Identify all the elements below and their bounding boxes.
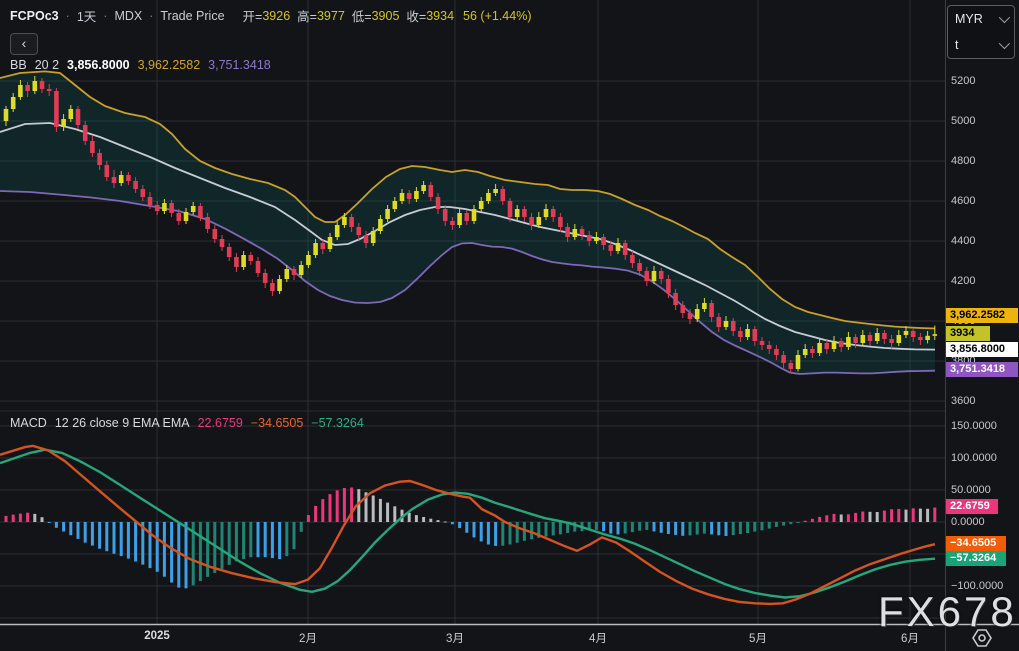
chart-canvas[interactable] [0, 0, 1019, 651]
time-tick-label: 2月 [299, 633, 317, 645]
macd-params: 12 26 close 9 EMA EMA [54, 416, 190, 430]
currency-value: MYR [955, 12, 983, 26]
chevron-down-icon [998, 37, 1011, 50]
unit-value: t [955, 38, 959, 52]
high-label: 高= [297, 10, 317, 24]
interval-label[interactable]: 1天 [77, 6, 96, 25]
close-label: 收= [406, 10, 427, 24]
macd-line-value: −34.6505 [250, 416, 304, 430]
low-label: 低= [351, 10, 372, 24]
trading-chart-window: FCPOc3 · 1天 · MDX · Trade Price 开= 3926 高… [0, 0, 1019, 651]
axis-price-badge: −34.6505 [946, 536, 1006, 551]
bb-indicator-row[interactable]: BB 20 2 3,856.8000 3,962.2582 3,751.3418 [10, 58, 271, 72]
macd-tick-label: 100.0000 [951, 452, 997, 464]
currency-dropdown[interactable]: MYR [948, 6, 1014, 32]
axis-price-badge: −57.3264 [946, 551, 1006, 566]
price-tick-label: 3600 [951, 395, 976, 407]
back-button[interactable]: ‹ [10, 33, 38, 55]
bb-params: 20 2 [34, 58, 60, 72]
macd-hist-layer [4, 487, 937, 589]
axis-price-badge: 3934 [946, 326, 990, 341]
low-value: 3905 [371, 8, 400, 23]
axis-price-badge: 22.6759 [946, 499, 998, 514]
axis-unit-selector: MYR t [947, 5, 1015, 59]
time-tick-label: 4月 [589, 633, 607, 645]
exchange-label: MDX [114, 8, 143, 23]
bb-lower-value: 3,751.3418 [208, 58, 271, 72]
price-tick-label: 4600 [951, 195, 976, 207]
series-type-label: Trade Price [160, 8, 225, 23]
time-tick-label: 3月 [446, 633, 464, 645]
macd-hist-value: 22.6759 [197, 416, 243, 430]
macd-tick-label: 0.0000 [951, 516, 985, 528]
open-value: 3926 [262, 8, 291, 23]
bb-upper-value: 3,962.2582 [137, 58, 201, 72]
macd-signal-value: −57.3264 [311, 416, 364, 430]
bb-layer [0, 70, 936, 375]
bb-mid-value: 3,856.8000 [67, 58, 130, 72]
axis-price-badge: 3,962.2582 [946, 308, 1018, 323]
unit-dropdown[interactable]: t [948, 32, 1014, 58]
price-tick-label: 4400 [951, 235, 976, 247]
symbol-name[interactable]: FCPOc3 [10, 9, 59, 23]
watermark: FX678 [878, 588, 1017, 635]
price-tick-label: 4200 [951, 275, 976, 287]
open-label: 开= [242, 10, 263, 24]
macd-label: MACD [10, 416, 47, 430]
high-value: 3977 [316, 8, 345, 23]
separator-dot: · [149, 8, 154, 23]
macd-tick-label: 150.0000 [951, 420, 997, 432]
gear-icon[interactable] [970, 628, 994, 648]
bb-label: BB [10, 58, 27, 72]
axis-price-badge: 3,751.3418 [946, 362, 1018, 377]
back-arrow-icon: ‹ [21, 35, 27, 51]
separator-dot: · [65, 8, 70, 23]
macd-indicator-row[interactable]: MACD 12 26 close 9 EMA EMA 22.6759 −34.6… [10, 416, 364, 430]
symbol-header: FCPOc3 · 1天 · MDX · Trade Price 开= 3926 高… [10, 6, 532, 25]
axis-price-badge: 3,856.8000 [946, 342, 1018, 357]
price-tick-label: 5000 [951, 115, 976, 127]
change-value: 56 (+1.44%) [463, 8, 532, 23]
time-tick-label: 5月 [749, 633, 767, 645]
macd-tick-label: 50.0000 [951, 484, 991, 496]
separator-dot: · [103, 8, 108, 23]
price-tick-label: 4800 [951, 155, 976, 167]
price-tick-label: 5200 [951, 75, 976, 87]
chevron-down-icon [998, 11, 1011, 24]
close-value: 3934 [426, 8, 455, 23]
time-tick-label: 2025 [144, 630, 170, 642]
